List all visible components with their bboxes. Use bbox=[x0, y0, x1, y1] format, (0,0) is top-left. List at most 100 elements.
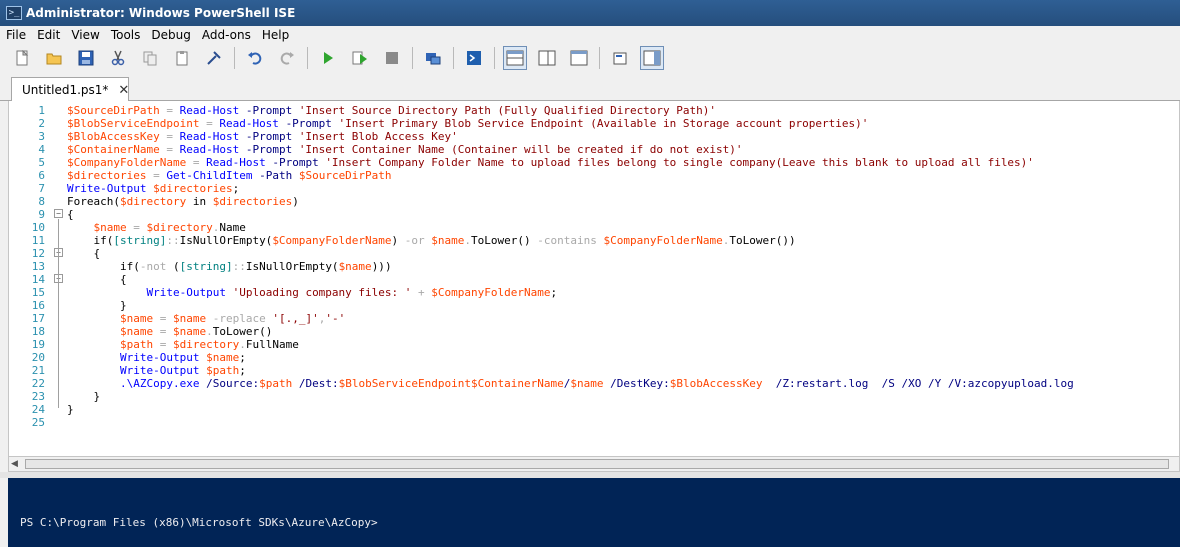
code-token: $name bbox=[172, 325, 207, 338]
code-token: $CompanyFolderName bbox=[67, 156, 187, 169]
code-line: 20 Write-Output $name; bbox=[9, 351, 1179, 364]
new-file-button[interactable] bbox=[10, 46, 34, 70]
code-token: '-' bbox=[325, 312, 346, 325]
code-token: -Prompt bbox=[245, 143, 293, 156]
tab-strip: Untitled1.ps1* ✕ bbox=[0, 72, 1180, 102]
line-number: 3 bbox=[38, 130, 45, 143]
code-token: IsNullOrEmpty( bbox=[179, 234, 273, 247]
line-number: 20 bbox=[31, 351, 45, 364]
line-number: 13 bbox=[31, 260, 45, 273]
code-token: [string] bbox=[113, 234, 167, 247]
horizontal-scrollbar[interactable]: ◀ bbox=[8, 456, 1180, 472]
clear-console-button[interactable] bbox=[202, 46, 226, 70]
menu-edit[interactable]: Edit bbox=[37, 28, 60, 42]
menu-view[interactable]: View bbox=[71, 28, 99, 42]
code-line: 2 $BlobServiceEndpoint = Read-Host -Promp… bbox=[9, 117, 1179, 130]
run-selection-button[interactable] bbox=[348, 46, 372, 70]
code-token: ) bbox=[391, 234, 405, 247]
code-line: 18 $name = $name.ToLower() bbox=[9, 325, 1179, 338]
code-text: $name = $directory.Name bbox=[67, 221, 246, 234]
line-number: 18 bbox=[31, 325, 45, 338]
close-icon[interactable]: ✕ bbox=[118, 83, 129, 98]
cut-button[interactable] bbox=[106, 46, 130, 70]
show-addon-icon bbox=[643, 50, 661, 66]
fold-guide bbox=[58, 219, 59, 408]
code-token: ( bbox=[166, 260, 180, 273]
layout-right-icon bbox=[538, 50, 556, 66]
script-editor[interactable]: 1 $SourceDirPath = Read-Host -Prompt 'Ins… bbox=[8, 101, 1180, 456]
code-text: .\AZCopy.exe /Source:$path /Dest:$BlobSe… bbox=[67, 377, 1074, 390]
code-token: '[.,_]' bbox=[272, 312, 319, 325]
save-button[interactable] bbox=[74, 46, 98, 70]
code-text: Write-Output $path; bbox=[67, 364, 246, 377]
code-token: = bbox=[153, 338, 173, 351]
layout-right-button[interactable] bbox=[535, 46, 559, 70]
copy-button[interactable] bbox=[138, 46, 162, 70]
layout-max-icon bbox=[570, 50, 588, 66]
layout-top-button[interactable] bbox=[503, 46, 527, 70]
show-commands-icon bbox=[613, 52, 627, 65]
menu-tools[interactable]: Tools bbox=[111, 28, 141, 42]
powershell-console-button[interactable] bbox=[462, 46, 486, 70]
code-token: $BlobAccessKey bbox=[67, 130, 160, 143]
code-token: .\AZCopy.exe bbox=[119, 377, 200, 390]
code-text: } bbox=[67, 390, 100, 403]
toolbar-separator bbox=[307, 47, 308, 69]
paste-button[interactable] bbox=[170, 46, 194, 70]
code-token: { bbox=[67, 273, 127, 286]
run-script-button[interactable] bbox=[316, 46, 340, 70]
code-token: -contains bbox=[537, 234, 597, 247]
menu-addons[interactable]: Add-ons bbox=[202, 28, 251, 42]
code-text: $BlobServiceEndpoint = Read-Host -Prompt… bbox=[67, 117, 868, 130]
code-token: $path bbox=[259, 377, 293, 390]
code-token: in bbox=[186, 195, 213, 208]
show-commands-button[interactable] bbox=[608, 46, 632, 70]
tab-untitled1[interactable]: Untitled1.ps1* ✕ bbox=[11, 77, 129, 102]
code-token: /V:azcopyupload.log bbox=[947, 377, 1074, 390]
show-addon-button[interactable] bbox=[640, 46, 664, 70]
code-token: 'Uploading company files: ' bbox=[232, 286, 412, 299]
code-token: $name bbox=[119, 312, 154, 325]
menu-file[interactable]: File bbox=[6, 28, 26, 42]
code-text: } bbox=[67, 299, 127, 312]
open-button[interactable] bbox=[42, 46, 66, 70]
redo-button[interactable] bbox=[275, 46, 299, 70]
code-line: 15 Write-Output 'Uploading company files… bbox=[9, 286, 1179, 299]
code-text: Write-Output $directories; bbox=[67, 182, 239, 195]
scrollbar-thumb[interactable] bbox=[25, 459, 1169, 469]
code-text: $BlobAccessKey = Read-Host -Prompt 'Inse… bbox=[67, 130, 458, 143]
code-token: $name bbox=[206, 351, 240, 364]
code-token: $BlobAccessKey bbox=[669, 377, 763, 390]
code-token: Write-Output bbox=[119, 364, 200, 377]
code-token: = bbox=[146, 169, 167, 182]
fold-toggle-icon[interactable]: − bbox=[54, 209, 63, 218]
code-line: 21 Write-Output $path; bbox=[9, 364, 1179, 377]
remote-powershell-button[interactable] bbox=[421, 46, 445, 70]
code-token: 'Insert Container Name (Container will b… bbox=[298, 143, 743, 156]
scroll-left-icon[interactable]: ◀ bbox=[11, 459, 18, 469]
title-bar: >_ Administrator: Windows PowerShell ISE bbox=[0, 0, 1180, 26]
code-token: $SourceDirPath bbox=[298, 169, 392, 182]
menu-debug[interactable]: Debug bbox=[151, 28, 190, 42]
code-token: ToLower()) bbox=[729, 234, 796, 247]
line-number: 1 bbox=[38, 104, 45, 117]
undo-button[interactable] bbox=[243, 46, 267, 70]
stop-button[interactable] bbox=[380, 46, 404, 70]
layout-top-icon bbox=[506, 50, 524, 66]
layout-max-button[interactable] bbox=[567, 46, 591, 70]
console-pane[interactable]: PS C:\Program Files (x86)\Microsoft SDKs… bbox=[8, 478, 1180, 547]
menu-help[interactable]: Help bbox=[262, 28, 289, 42]
code-token: = bbox=[159, 104, 180, 117]
code-token: $BlobServiceEndpoint bbox=[67, 117, 200, 130]
line-number: 25 bbox=[31, 416, 45, 429]
code-token: $name bbox=[570, 377, 604, 390]
